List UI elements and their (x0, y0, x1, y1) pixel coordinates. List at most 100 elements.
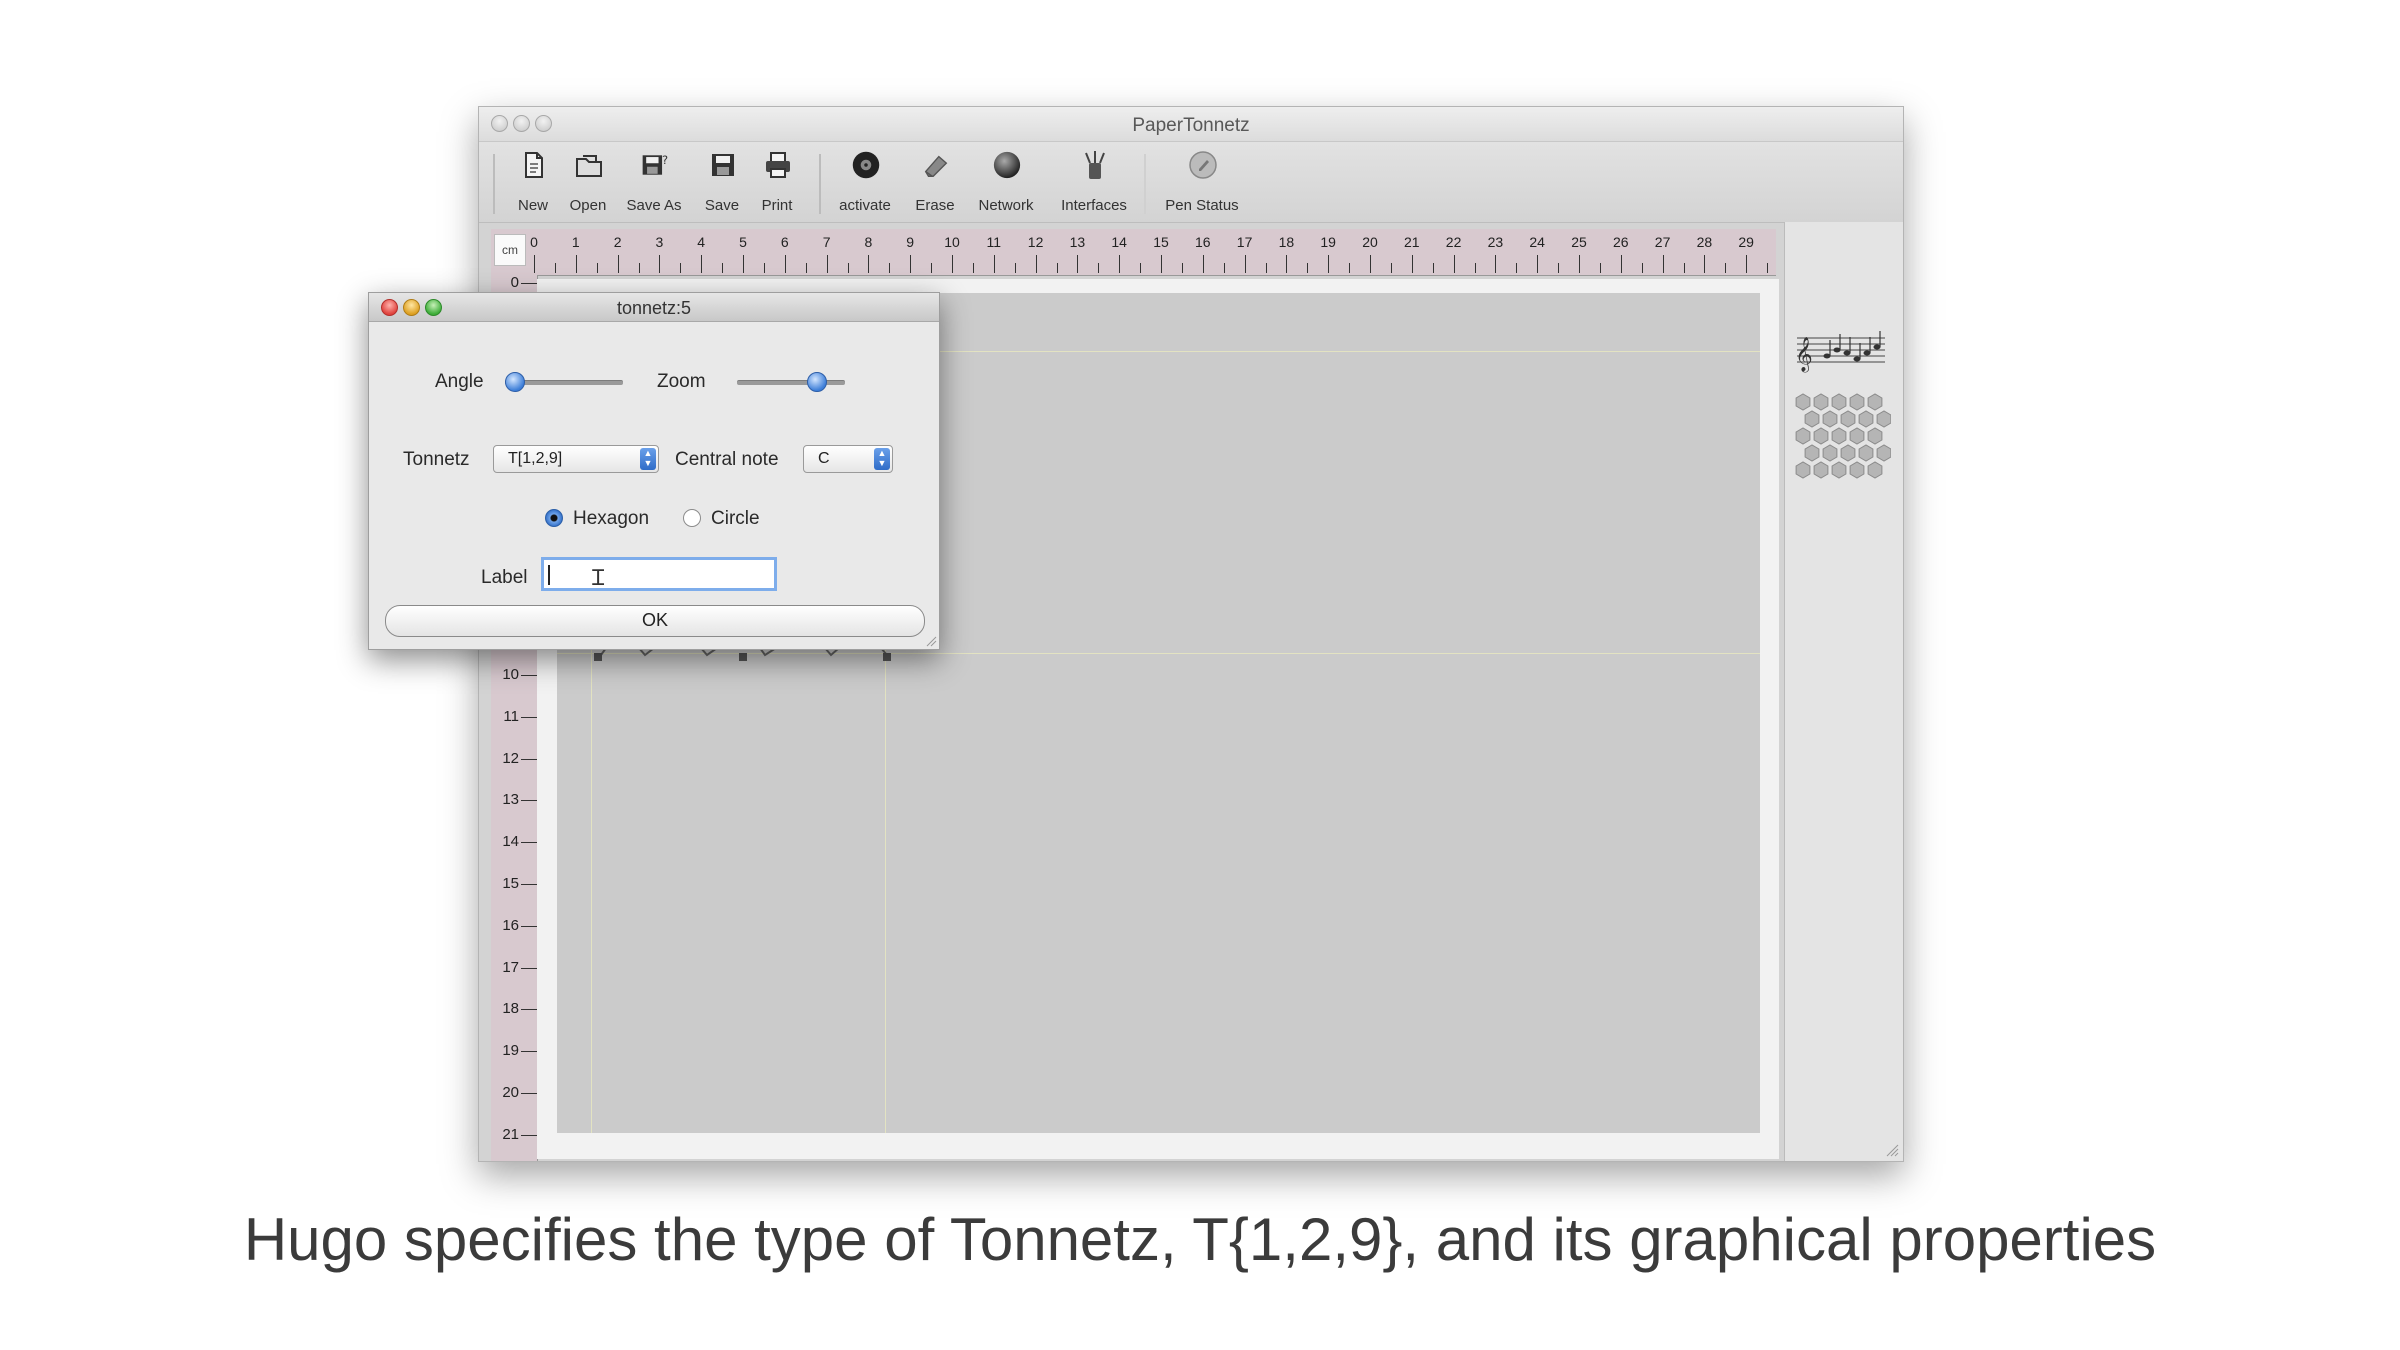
ruler-tick (1620, 255, 1622, 273)
chevron-updown-icon: ▲ ▼ (640, 448, 656, 470)
central-note-select-value: C (818, 450, 830, 467)
label-input[interactable]: Ɪ (541, 557, 777, 591)
ruler-tick (1140, 263, 1142, 273)
ruler-label: 15 (502, 875, 519, 892)
ruler-tick (1411, 255, 1413, 273)
zoom-label: Zoom (657, 371, 706, 392)
slider-knob[interactable] (505, 372, 525, 392)
hexagon-cell (1840, 444, 1856, 462)
ruler-tick (805, 263, 807, 273)
hexagon-cell (1876, 410, 1891, 428)
ruler-label: 10 (502, 666, 519, 683)
ruler-label: 18 (1278, 234, 1295, 250)
ruler-label: 27 (1654, 234, 1671, 250)
ruler-label: 20 (1362, 234, 1378, 250)
ruler-label: 11 (986, 234, 1002, 250)
ruler-unit-label: cm (494, 234, 526, 266)
ruler-label: 12 (502, 749, 519, 767)
hexagon-cell (1822, 444, 1838, 462)
hexagon-grid-icon[interactable] (1791, 392, 1891, 486)
angle-label: Angle (435, 371, 484, 392)
palette-panel: 𝄞 (1784, 222, 1903, 1161)
central-note-select[interactable]: C ▲ ▼ (803, 445, 893, 473)
ruler-tick (554, 263, 556, 273)
central-note-label: Central note (675, 449, 779, 470)
ruler-tick (575, 255, 577, 273)
ruler-label: 12 (1027, 234, 1044, 250)
ruler-tick (1202, 255, 1204, 273)
chevron-updown-icon: ▲ ▼ (874, 448, 890, 470)
ruler-label: 15 (1153, 234, 1169, 250)
ruler-tick (521, 1009, 537, 1011)
svg-text:𝄞: 𝄞 (1795, 337, 1813, 373)
hexagon-cell (1795, 393, 1811, 411)
ruler-tick (1056, 263, 1058, 273)
ruler-label: 19 (1320, 234, 1336, 250)
ruler-label: 2 (613, 234, 622, 250)
pen-status-button[interactable]: Pen Status (1162, 142, 1242, 222)
angle-slider[interactable] (505, 369, 623, 395)
text-caret (548, 565, 550, 585)
interfaces-button[interactable]: Interfaces (1054, 142, 1134, 222)
ruler-tick (1244, 255, 1246, 273)
ruler-tick (910, 255, 912, 273)
ruler-label: 13 (502, 791, 519, 809)
ruler-tick (521, 758, 537, 760)
ruler-label: 22 (1445, 234, 1462, 250)
hexagon-cell (1813, 393, 1829, 411)
hexagon-cell (1858, 410, 1874, 428)
ruler-label: 9 (906, 234, 915, 250)
ruler-label: 16 (502, 916, 519, 934)
hexagon-cell (1831, 393, 1847, 411)
dialog-title-bar[interactable]: tonnetz:5 (369, 293, 939, 322)
hexagon-cell (1867, 461, 1883, 479)
slider-knob[interactable] (807, 372, 828, 392)
zoom-slider[interactable] (737, 369, 845, 395)
hexagon-cell (1849, 427, 1865, 445)
ruler-tick (722, 263, 724, 273)
ruler-tick (1077, 255, 1079, 273)
ruler-tick (1265, 263, 1267, 273)
ruler-tick (743, 255, 744, 273)
ruler-tick (701, 255, 703, 273)
window-title: PaperTonnetz (1132, 115, 1250, 136)
ruler-tick (1432, 263, 1434, 273)
ruler-tick (784, 255, 786, 273)
title-bar[interactable]: PaperTonnetz (479, 107, 1903, 142)
toolbar: New Open ? Save As Save Print activate E… (479, 142, 1903, 223)
ruler-label: 17 (502, 958, 519, 976)
open-folder-icon (574, 150, 604, 180)
ruler-label: 1 (571, 234, 580, 250)
resize-grip[interactable] (1885, 1143, 1899, 1157)
tonnetz-dialog: tonnetz:5 Angle Zoom Tonnetz T[1,2,9] ▲ ▼… (368, 292, 940, 650)
resize-grip[interactable] (925, 635, 937, 647)
ruler-tick (521, 1093, 537, 1094)
eraser-icon (921, 150, 951, 180)
tonnetz-select[interactable]: T[1,2,9] ▲ ▼ (493, 445, 659, 473)
ok-button[interactable]: OK (385, 605, 925, 637)
ruler-label: 13 (1069, 234, 1086, 250)
ruler-label: 3 (655, 234, 664, 250)
ruler-tick (1704, 255, 1706, 273)
ruler-tick (1307, 263, 1309, 273)
tonnetz-label: Tonnetz (403, 449, 470, 470)
ruler-tick (1599, 263, 1601, 273)
ruler-tick (1453, 255, 1455, 273)
circle-radio[interactable] (683, 509, 701, 527)
label-field-label: Label (481, 567, 528, 588)
ruler-tick (596, 263, 598, 273)
ruler-tick (763, 263, 765, 273)
circle-label: Circle (711, 508, 760, 529)
network-button[interactable]: Network (966, 142, 1046, 222)
hexagon-cell (1795, 461, 1811, 479)
print-button[interactable]: Print (737, 142, 817, 222)
horizontal-ruler: 0 1 2 3 4 5 6 7 8 9 10 11 12 13 14 15 16 17 18 19 20 21 22 23 24… (491, 229, 1776, 276)
ruler-tick (1390, 263, 1392, 273)
hexagon-label: Hexagon (573, 508, 650, 529)
ruler-tick (868, 255, 870, 273)
hexagon-cell (1867, 427, 1883, 445)
save-as-icon: ? (640, 150, 670, 180)
hexagon-radio[interactable] (545, 509, 563, 527)
hexagon-cell (1849, 461, 1865, 479)
music-staff-icon[interactable]: 𝄞 (1793, 328, 1889, 374)
